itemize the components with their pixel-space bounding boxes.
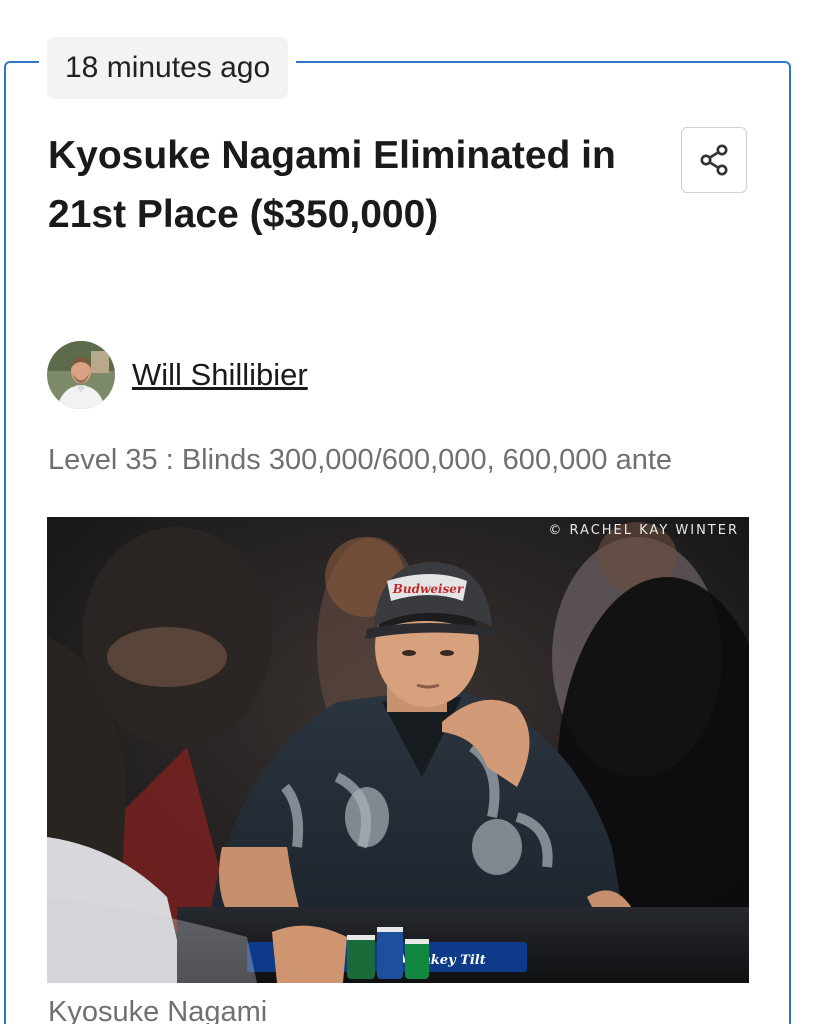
share-button[interactable] [681, 127, 747, 193]
player-photo: Budweiser Monkey Tilt © RACHEL KAY WINTE… [47, 517, 749, 983]
timestamp-badge: 18 minutes ago [47, 37, 289, 99]
author-name-link[interactable]: Will Shillibier [132, 357, 308, 393]
author-row: Will Shillibier [47, 341, 308, 409]
photo-credit: © RACHEL KAY WINTER [548, 523, 739, 538]
level-blinds-info: Level 35 : Blinds 300,000/600,000, 600,0… [48, 444, 673, 476]
share-icon [700, 144, 728, 176]
live-update-page: 18 minutes ago Kyosuke Nagami Eliminated… [0, 0, 820, 1024]
photo-caption: Kyosuke Nagami [48, 996, 268, 1024]
author-avatar[interactable] [47, 341, 115, 409]
cap-logo-text: Budweiser [392, 582, 465, 596]
post-title: Kyosuke Nagami Eliminated in 21st Place … [48, 134, 616, 236]
